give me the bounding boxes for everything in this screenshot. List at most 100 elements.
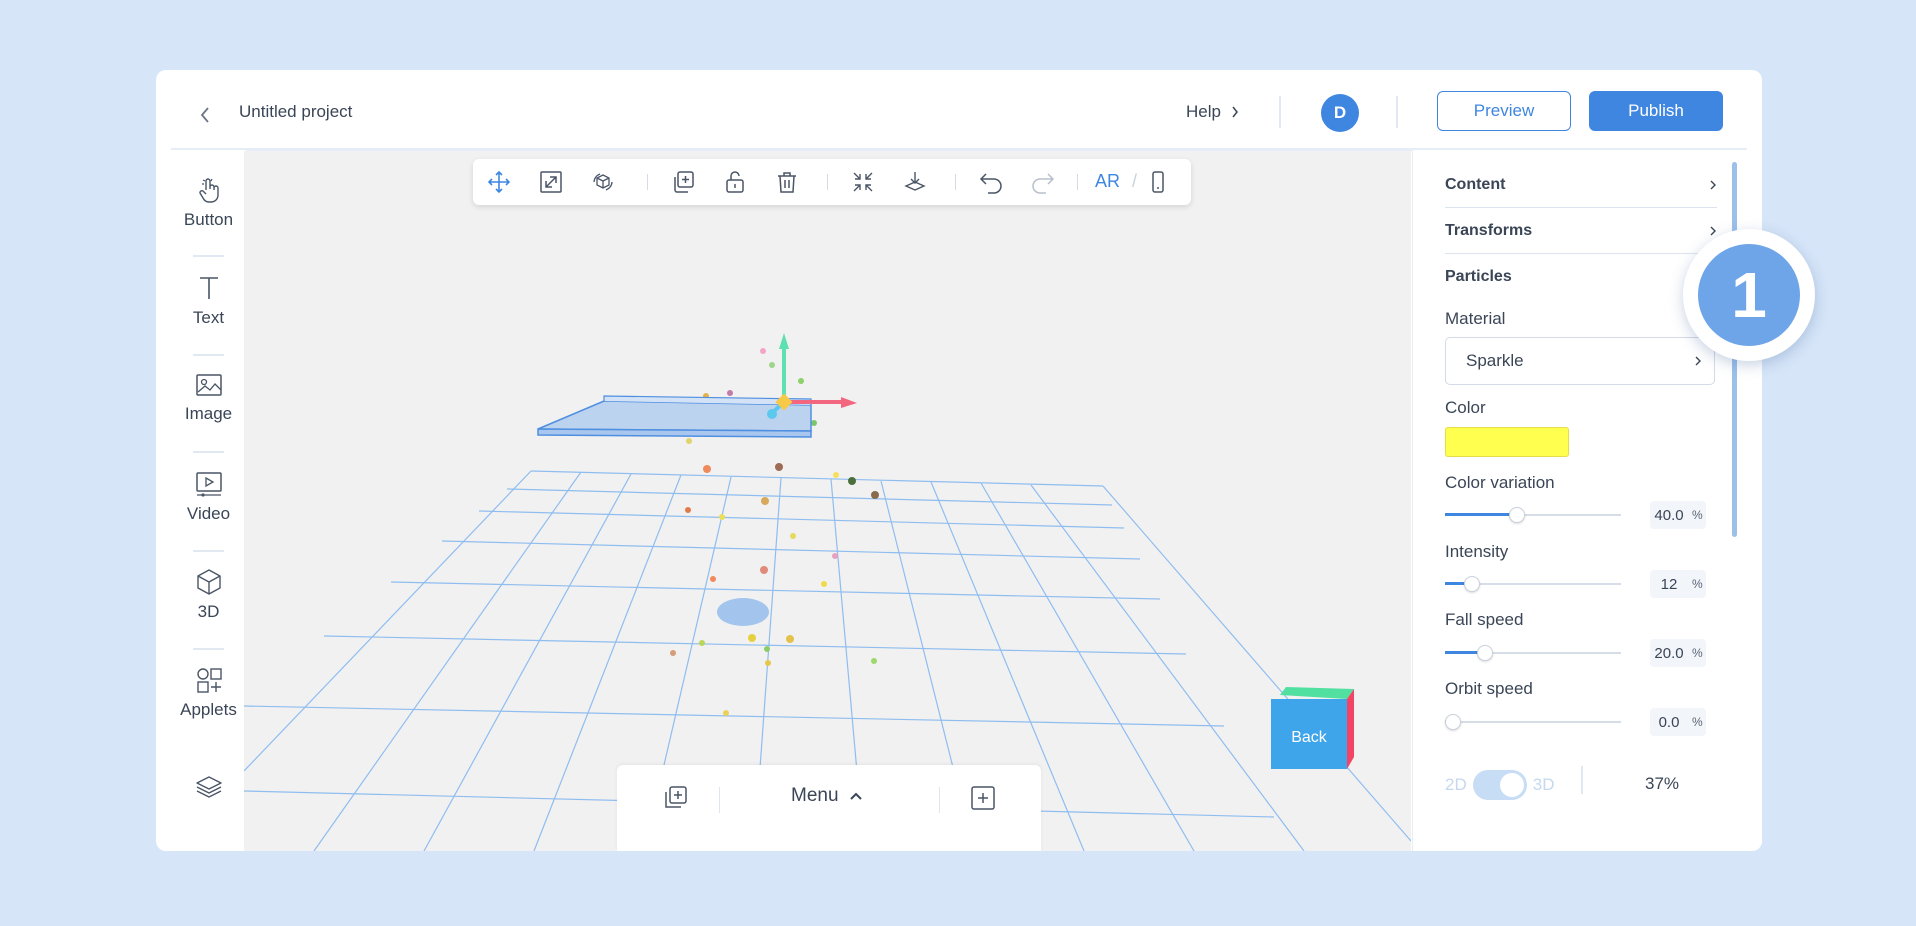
material-select[interactable]: Sparkle	[1445, 337, 1715, 385]
duplicate-button[interactable]	[669, 168, 697, 196]
color-swatch[interactable]	[1445, 427, 1569, 457]
tool-label: Applets	[180, 700, 237, 719]
layers-icon	[195, 776, 222, 798]
slider-handle[interactable]	[1509, 507, 1525, 523]
intensity-input[interactable]: 12 %	[1650, 570, 1706, 598]
material-value: Sparkle	[1466, 351, 1524, 370]
publish-button[interactable]: Publish	[1589, 91, 1723, 131]
view-cube-label: Back	[1291, 729, 1328, 746]
avatar[interactable]: D	[1321, 94, 1359, 132]
drop-to-floor-button[interactable]	[901, 168, 929, 196]
orbit-speed-input[interactable]: 0.0 %	[1650, 708, 1706, 736]
section-transforms[interactable]: Transforms	[1445, 208, 1717, 254]
section-content[interactable]: Content	[1445, 162, 1717, 208]
divider	[955, 174, 956, 190]
step-number: 1	[1698, 244, 1800, 346]
slider-handle[interactable]	[1445, 714, 1461, 730]
tool-button[interactable]: Button	[171, 176, 246, 230]
intensity-slider[interactable]	[1445, 574, 1621, 594]
toggle-3d-label: 3D	[1532, 775, 1555, 794]
scene-viewport[interactable]: AR / Menu Back	[244, 151, 1411, 851]
chevron-left-icon	[200, 107, 209, 123]
redo-button[interactable]	[1029, 168, 1057, 196]
scale-button[interactable]	[537, 168, 565, 196]
section-label: Content	[1445, 175, 1506, 193]
slider-label: Fall speed	[1445, 610, 1524, 629]
move-icon	[487, 170, 511, 194]
chevron-right-icon	[1232, 106, 1238, 118]
editor-window: Untitled project Help D Preview Publish …	[156, 70, 1762, 851]
tool-label: Image	[184, 404, 233, 423]
duplicate-icon	[674, 171, 694, 193]
orbit-speed-slider[interactable]	[1445, 712, 1621, 732]
fall-speed-slider[interactable]	[1445, 643, 1621, 663]
video-icon	[195, 472, 222, 497]
color-variation-slider[interactable]	[1445, 505, 1621, 525]
slider-handle[interactable]	[1477, 645, 1493, 661]
input-value: 40.0	[1654, 506, 1684, 524]
project-title[interactable]: Untitled project	[239, 102, 352, 122]
preview-button[interactable]: Preview	[1437, 91, 1571, 131]
help-label: Help	[1186, 102, 1221, 121]
divider	[939, 787, 940, 813]
ar-separator: /	[1132, 171, 1138, 191]
tool-label: Video	[186, 504, 231, 523]
chevron-up-icon	[849, 792, 862, 800]
scale-icon	[540, 171, 562, 193]
tool-image[interactable]: Image	[171, 372, 246, 424]
lock-button[interactable]	[721, 168, 749, 196]
drop-to-floor-icon	[904, 172, 926, 191]
input-unit: %	[1692, 508, 1703, 522]
divider	[193, 550, 224, 552]
cube-icon	[196, 569, 221, 595]
tool-layers[interactable]	[171, 774, 246, 800]
tool-label: Button	[183, 210, 234, 229]
bottom-menu-bar: Menu	[617, 765, 1041, 851]
input-value: 12	[1660, 575, 1678, 593]
left-toolbar: Button Text Image Video 3D Applets	[171, 150, 246, 851]
image-icon	[195, 374, 222, 396]
slider-label: Intensity	[1445, 542, 1509, 561]
zoom-level[interactable]: 37%	[1645, 774, 1679, 794]
divider	[719, 787, 720, 813]
step-badge: 1	[1683, 229, 1815, 361]
input-value: 0.0	[1658, 713, 1680, 731]
tool-3d[interactable]: 3D	[171, 568, 246, 622]
menu-button[interactable]: Menu	[791, 785, 863, 807]
slider-label: Color variation	[1445, 473, 1555, 492]
undo-icon	[979, 173, 1002, 194]
tool-applets[interactable]: Applets	[171, 666, 246, 720]
mobile-icon	[1152, 171, 1164, 193]
undo-button[interactable]	[977, 168, 1005, 196]
move-button[interactable]	[485, 168, 513, 196]
rotate-button[interactable]	[589, 168, 617, 196]
slider-handle[interactable]	[1464, 576, 1481, 592]
tool-text[interactable]: Text	[171, 274, 246, 328]
chevron-right-icon	[1695, 356, 1701, 366]
tool-label: 3D	[197, 602, 220, 621]
color-variation-input[interactable]: 40.0 %	[1650, 501, 1706, 529]
2d-3d-toggle[interactable]	[1472, 770, 1527, 800]
help-link[interactable]: Help	[1186, 102, 1239, 122]
toggle-2d-label: 2D	[1445, 775, 1467, 794]
ar-button[interactable]: AR	[1095, 171, 1120, 192]
collapse-button[interactable]	[849, 168, 877, 196]
delete-button[interactable]	[773, 168, 801, 196]
divider	[193, 451, 224, 453]
tool-video[interactable]: Video	[171, 470, 246, 524]
view-cube[interactable]: Back	[1271, 687, 1361, 792]
mobile-preview-button[interactable]	[1144, 168, 1172, 196]
back-button[interactable]	[190, 100, 220, 130]
divider	[193, 648, 224, 650]
add-button[interactable]	[968, 783, 998, 813]
header: Untitled project Help D Preview Publish	[156, 70, 1762, 150]
tool-label: Text	[192, 308, 225, 327]
trash-icon	[778, 172, 796, 193]
fall-speed-input[interactable]: 20.0 %	[1650, 639, 1706, 667]
input-value: 20.0	[1654, 644, 1684, 662]
section-particles[interactable]: Particles	[1445, 254, 1717, 300]
add-scene-button[interactable]	[660, 783, 690, 813]
input-unit: %	[1692, 577, 1703, 591]
emitter-shadow	[717, 598, 769, 626]
scene-canvas[interactable]	[244, 151, 1411, 851]
